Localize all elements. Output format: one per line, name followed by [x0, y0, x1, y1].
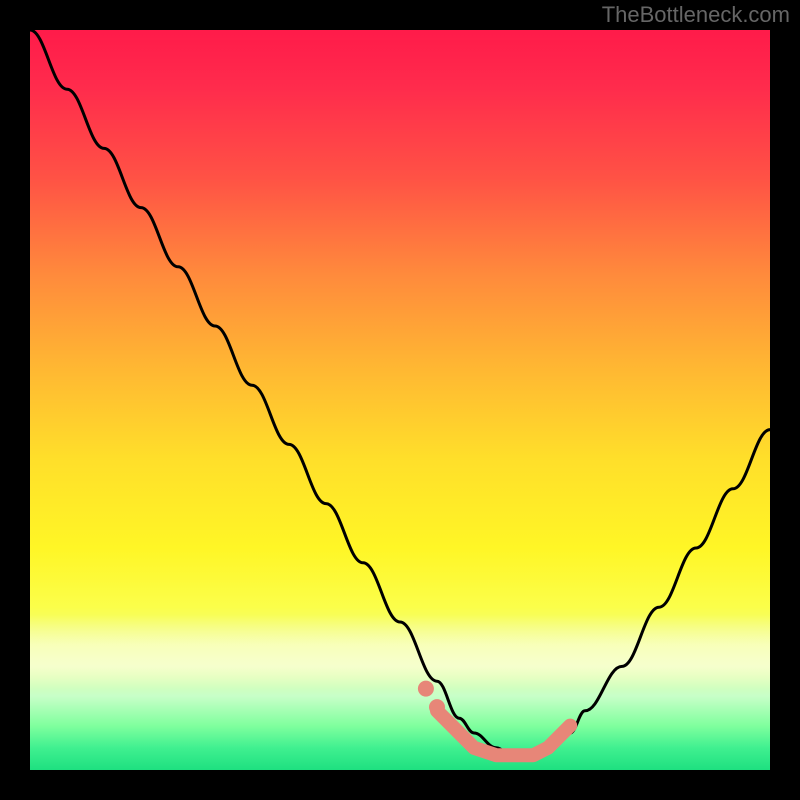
- highlight-dot-2: [429, 699, 445, 715]
- bottleneck-curve: [30, 30, 770, 755]
- chart-curves-svg: [30, 30, 770, 770]
- chart-plot-area: [30, 30, 770, 770]
- attribution-text: TheBottleneck.com: [602, 2, 790, 28]
- highlight-dot-1: [418, 681, 434, 697]
